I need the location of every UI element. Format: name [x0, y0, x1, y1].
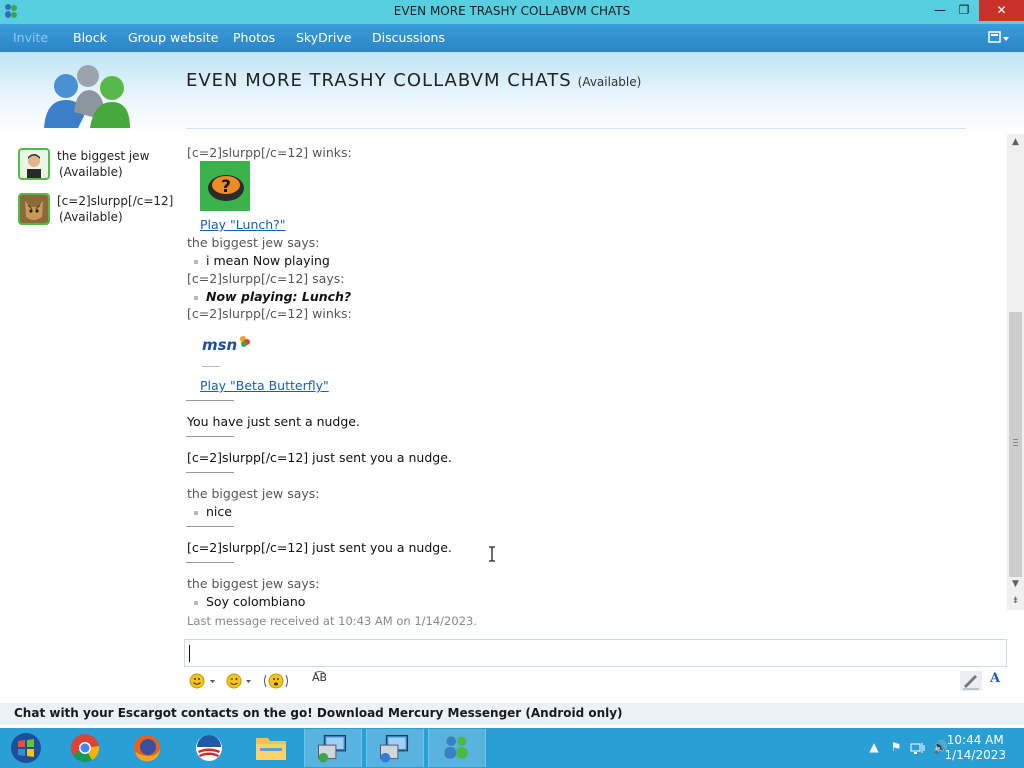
nudge-divider: [186, 526, 234, 527]
scroll-up-icon[interactable]: ▲: [1007, 134, 1024, 151]
nudge-divider: [186, 562, 234, 563]
maximize-button[interactable]: ❐: [950, 0, 978, 21]
play-wink-link[interactable]: Play "Beta Butterfly": [200, 378, 329, 393]
nudge-icon[interactable]: [262, 671, 290, 691]
action-center-flag-icon[interactable]: ⚑: [888, 740, 904, 756]
cat-avatar-icon: [20, 195, 48, 223]
message-text: nice: [194, 504, 232, 519]
message-sender: [c=2]slurpp[/c=12] says:: [187, 271, 345, 286]
bullet-icon: [194, 295, 198, 300]
participant-status: (Available): [59, 165, 123, 179]
bullet-icon: [194, 259, 198, 264]
taskbar: ▲ ⚑ 🔊 10:44 AM 1/14/2023: [0, 728, 1024, 768]
menu-photos[interactable]: Photos: [233, 30, 275, 45]
message-text: Soy colombiano: [194, 594, 305, 609]
ad-text[interactable]: Chat with your Escargot contacts on the …: [14, 706, 623, 720]
message-sender: the biggest jew says:: [187, 235, 320, 250]
text-cursor-icon: [489, 546, 495, 562]
participant-status: (Available): [59, 210, 123, 224]
menu-invite[interactable]: Invite: [13, 30, 48, 45]
nudge-divider: [186, 436, 234, 437]
menu-discussions[interactable]: Discussions: [372, 30, 445, 45]
grip-line: [1013, 442, 1018, 443]
header-divider: [186, 128, 966, 129]
play-wink-link[interactable]: Play "Lunch?": [200, 217, 286, 232]
message-body: i mean Now playing: [206, 253, 330, 268]
nudge-divider: [186, 400, 234, 401]
options-menu-icon[interactable]: [988, 29, 1010, 47]
scroll-end-icon[interactable]: ⇟: [1007, 593, 1024, 610]
text-caret: [189, 645, 190, 662]
menu-skydrive[interactable]: SkyDrive: [296, 30, 351, 45]
font-icon[interactable]: A: [990, 671, 1000, 691]
nudge-divider: [186, 472, 234, 473]
network-app-icon[interactable]: [304, 729, 362, 767]
system-tray: ▲ ⚑ 🔊 10:44 AM 1/14/2023: [834, 728, 1024, 768]
conversation-title: EVEN MORE TRASHY COLLABVM CHATS (Availabl…: [186, 70, 641, 91]
menu-block[interactable]: Block: [73, 30, 107, 45]
message-sender: [c=2]slurpp[/c=12] winks:: [187, 145, 352, 160]
messenger-icon[interactable]: [428, 729, 486, 767]
message-text: Now playing: Lunch?: [194, 289, 351, 304]
show-hidden-icons-icon[interactable]: ▲: [866, 740, 882, 756]
network-app-icon-2[interactable]: [366, 729, 424, 767]
chrome-icon[interactable]: [56, 729, 114, 767]
msn-logo-icon[interactable]: msn: [200, 330, 252, 372]
wink-icon[interactable]: [224, 671, 252, 691]
ad-banner[interactable]: Chat with your Escargot contacts on the …: [0, 703, 1024, 725]
conversation-title-text: EVEN MORE TRASHY COLLABVM CHATS: [186, 70, 572, 91]
firefox-icon[interactable]: [118, 729, 176, 767]
nudge-notice: [c=2]slurpp[/c=12] just sent you a nudge…: [187, 540, 452, 555]
message-text: i mean Now playing: [194, 253, 330, 268]
font-style-icon[interactable]: A͡B: [312, 671, 327, 691]
last-message-timestamp: Last message received at 10:43 AM on 1/1…: [187, 614, 477, 628]
nudge-notice: [c=2]slurpp[/c=12] just sent you a nudge…: [187, 450, 452, 465]
svg-text:?: ?: [221, 177, 231, 197]
message-body: Soy colombiano: [206, 594, 306, 609]
conversation-status: (Available): [577, 75, 642, 89]
avatar[interactable]: [18, 148, 50, 180]
close-button[interactable]: ✕: [979, 0, 1024, 21]
svg-text:msn: msn: [202, 336, 237, 354]
clock-date: 1/14/2023: [944, 748, 1006, 762]
message-body: nice: [206, 504, 232, 519]
grip-line: [1013, 445, 1018, 446]
bullet-icon: [194, 510, 198, 515]
grip-line: [1013, 439, 1018, 440]
lunch-wink-icon[interactable]: ?: [200, 161, 250, 211]
obama-logo-icon[interactable]: [180, 729, 238, 767]
avatar[interactable]: [18, 193, 50, 225]
clock-time: 10:44 AM: [946, 733, 1004, 747]
chat-scrollbar[interactable]: ▲ ▼ ⇟: [1007, 134, 1024, 610]
conversation-header: EVEN MORE TRASHY COLLABVM CHATS (Availabl…: [0, 52, 1024, 134]
emoticon-icon[interactable]: [188, 671, 216, 691]
handwriting-icon[interactable]: [960, 671, 982, 691]
participant-name: the biggest jew: [57, 149, 150, 163]
message-input[interactable]: [184, 639, 1007, 667]
network-icon[interactable]: [910, 740, 926, 756]
person-avatar-icon: [20, 150, 48, 178]
participant-name: [c=2]slurpp[/c=12]: [57, 194, 174, 208]
message-body: Now playing: Lunch?: [206, 289, 352, 304]
menu-group-website[interactable]: Group website: [128, 30, 218, 45]
message-sender: the biggest jew says:: [187, 576, 320, 591]
message-sender: [c=2]slurpp[/c=12] winks:: [187, 306, 352, 321]
message-sender: the biggest jew says:: [187, 486, 320, 501]
menu-bar: Invite Block Group website Photos SkyDri…: [0, 23, 1024, 52]
taskbar-clock[interactable]: 10:44 AM 1/14/2023: [944, 733, 1006, 763]
input-toolbar: A͡B A: [184, 668, 1007, 694]
scrollbar-thumb[interactable]: [1009, 312, 1022, 577]
bullet-icon: [194, 600, 198, 605]
file-explorer-icon[interactable]: [242, 729, 300, 767]
chat-transcript[interactable]: [c=2]slurpp[/c=12] winks: ? Play "Lunch?…: [186, 134, 1006, 630]
title-bar: EVEN MORE TRASHY COLLABVM CHATS — ❐ ✕: [0, 0, 1024, 23]
nudge-notice: You have just sent a nudge.: [187, 414, 360, 429]
group-buddy-icon: [44, 65, 130, 128]
window-title: EVEN MORE TRASHY COLLABVM CHATS: [393, 4, 631, 18]
scroll-down-icon[interactable]: ▼: [1007, 576, 1024, 593]
start-icon[interactable]: [0, 729, 58, 767]
